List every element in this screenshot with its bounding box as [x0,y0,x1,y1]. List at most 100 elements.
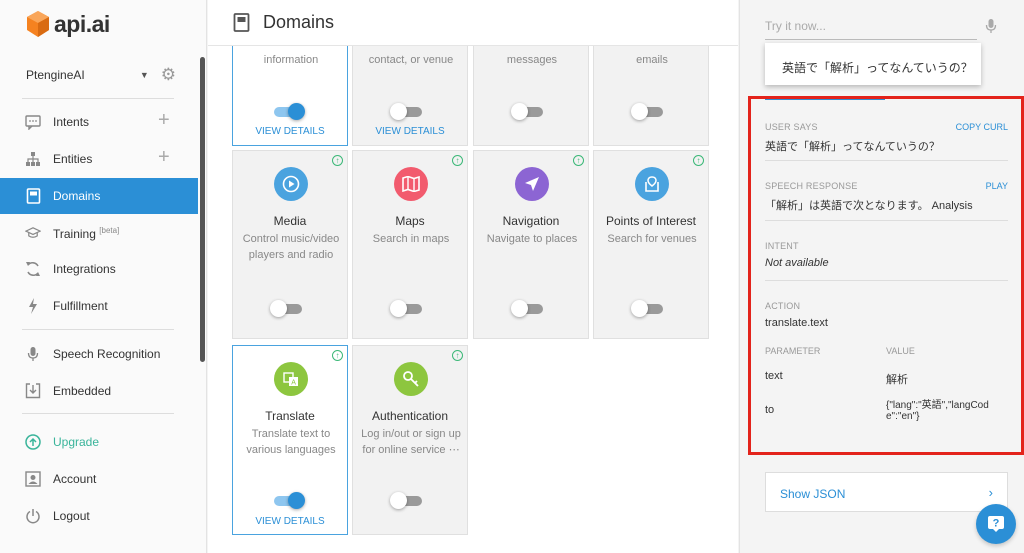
sidebar-item-logout[interactable]: Logout [0,498,198,534]
test-console: 英語で「解析」ってなんていうの？ USER SAYS COPY CURL 英語で… [739,0,1024,553]
copy-curl-link[interactable]: COPY CURL [956,122,1008,132]
chat-bubble-icon [25,114,41,130]
domain-toggle[interactable] [631,300,663,317]
bolt-icon [25,298,41,314]
sidebar-item-label: Intents [53,115,90,129]
domain-description: messages [506,54,558,66]
domain-toggle[interactable] [631,103,663,120]
show-json-button[interactable]: Show JSON › [765,472,1008,512]
domain-name: Points of Interest [605,214,697,228]
mic-icon[interactable] [985,18,997,39]
sidebar-item-domains[interactable]: Domains [0,178,198,214]
domain-name: Navigation [502,214,560,228]
divider [22,413,174,414]
question-bubble-icon: ? [988,516,1004,532]
domain-name: Translate [265,409,315,423]
upgrade-arrow-icon: ↑ [332,350,343,361]
sidebar-item-label: Embedded [53,384,112,398]
download-icon [25,383,41,399]
domain-card-maps[interactable]: ↑ Maps Search in maps [352,150,468,339]
help-chat-button[interactable]: ? [976,504,1016,544]
domain-toggle[interactable] [270,300,302,317]
try-it-now-input[interactable] [765,12,977,40]
upgrade-arrow-icon: ↑ [452,350,463,361]
user-says-value: 英語で「解析」ってなんていうの？ [765,141,940,153]
api-ai-logo-icon [27,11,49,37]
mic-icon [25,346,41,362]
sidebar-item-entities[interactable]: Entities + [0,141,198,177]
user-says-section: USER SAYS COPY CURL 英語で「解析」ってなんていうの？ [765,122,1008,154]
play-icon [274,167,308,201]
sidebar-item-account[interactable]: Account [0,461,198,497]
domain-card-navigation[interactable]: ↑ Navigation Navigate to places [473,150,589,339]
domain-name: Maps [395,214,425,228]
domain-card-media[interactable]: ↑ Media Control music/video players and … [232,150,348,339]
agent-selector[interactable]: PtengineAI ▼ ⚙ [26,66,176,83]
domain-toggle[interactable] [274,103,305,120]
account-icon [25,471,41,487]
parameter-value-line2: e":"en"} [886,411,920,422]
book-icon [233,13,250,37]
sidebar-item-fulfillment[interactable]: Fulfillment [0,288,198,324]
divider [765,220,1008,221]
sidebar-item-integrations[interactable]: Integrations [0,251,198,287]
view-details-link[interactable]: VIEW DETAILS [233,126,347,137]
divider [22,329,174,330]
show-json-label: Show JSON [780,487,846,501]
sidebar: api.ai PtengineAI ▼ ⚙ Intents + Entities… [0,0,207,553]
domain-card-translate[interactable]: ↑ A Translate Translate text to various … [232,345,348,535]
domains-panel: Domains information VIEW DETAILS contact… [208,0,738,553]
domain-description: Navigate to places [486,233,578,245]
domain-toggle[interactable] [274,492,305,509]
training-icon [25,225,41,241]
sidebar-item-label: Upgrade [53,435,100,449]
domain-toggle[interactable] [511,300,543,317]
domain-card-points-of-interest[interactable]: ↑ Points of Interest Search for venues [593,150,709,339]
divider [22,98,174,99]
parameter-value-line1: {"lang":"英語","langCod [886,400,989,411]
query-suggestion[interactable]: 英語で「解析」ってなんていうの？ [765,43,981,85]
sidebar-item-speech-recognition[interactable]: Speech Recognition [0,336,198,372]
power-icon [25,508,41,524]
domain-toggle[interactable] [390,300,422,317]
view-details-link[interactable]: VIEW DETAILS [233,516,347,527]
sidebar-item-training[interactable]: Training [beta] [0,215,198,251]
logo-text: api.ai [54,10,110,37]
parameters-table: PARAMETER VALUE text 解析 to {"lang":"英語",… [765,346,1008,436]
chevron-right-icon: › [988,485,993,500]
upgrade-icon [25,434,41,450]
sidebar-item-upgrade[interactable]: Upgrade [0,424,198,460]
sidebar-item-embedded[interactable]: Embedded [0,373,198,409]
intent-label: INTENT [765,241,799,251]
page-title: Domains [263,12,335,32]
sidebar-item-label: Speech Recognition [53,347,161,361]
logo[interactable]: api.ai [26,8,110,40]
add-entity-plus-icon[interactable]: + [158,147,170,167]
domain-description: Translate text to various languages [246,428,336,456]
gear-icon[interactable]: ⚙ [161,66,176,83]
sidebar-scrollbar[interactable] [200,57,205,362]
domain-toggle[interactable] [511,103,543,120]
domain-toggle[interactable] [390,103,422,120]
play-link[interactable]: PLAY [986,181,1008,191]
parameter-header: PARAMETER [765,346,821,356]
agent-name: PtengineAI [26,67,85,82]
map-icon [394,167,428,201]
refresh-icon [25,261,41,277]
domain-toggle[interactable] [390,492,422,509]
domain-card-authentication[interactable]: ↑ Authentication Log in/out or sign up f… [352,345,468,535]
view-details-link[interactable]: VIEW DETAILS [353,126,467,137]
domain-name: Media [273,214,307,228]
domain-description: emails [636,54,668,66]
intent-section: INTENT Not available [765,241,1008,269]
upgrade-arrow-icon: ↑ [693,155,704,166]
chevron-down-icon[interactable]: ▼ [140,70,149,80]
sidebar-item-label: Entities [53,152,93,166]
sidebar-item-label: Account [53,472,97,486]
add-intent-plus-icon[interactable]: + [158,110,170,130]
upgrade-arrow-icon: ↑ [332,155,343,166]
domain-description: contact, or venue [368,54,454,66]
sidebar-item-intents[interactable]: Intents + [0,104,198,140]
domain-description: Control music/video players and radio [242,233,340,261]
book-icon [25,188,41,204]
